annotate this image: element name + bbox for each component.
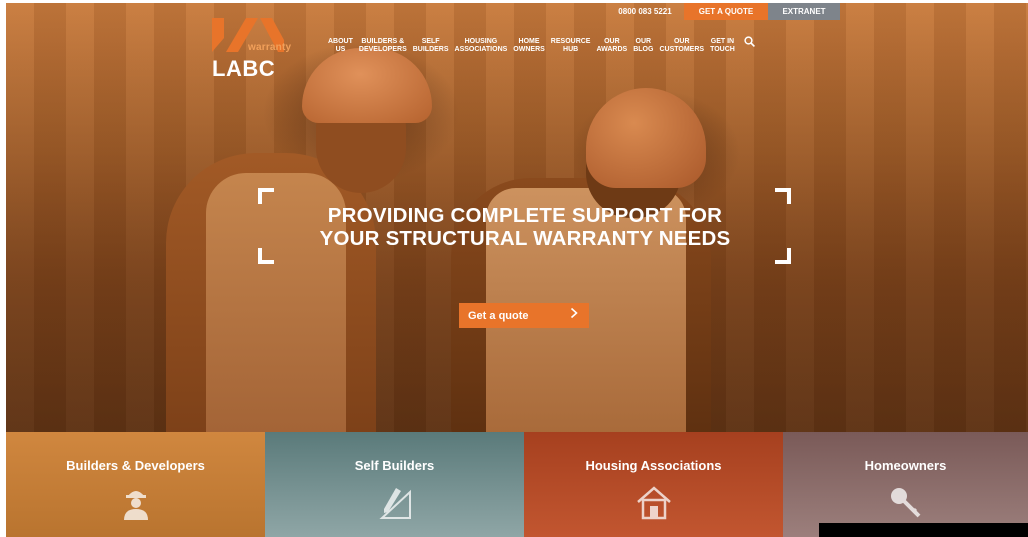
hero-headline: PROVIDING COMPLETE SUPPORT FOR YOUR STRU…	[258, 204, 792, 250]
category-homeowners[interactable]: Homeowners	[783, 432, 1028, 537]
nav-self-builders[interactable]: SELF BUILDERS	[410, 38, 452, 54]
phone-number[interactable]: 0800 083 5221	[606, 7, 684, 16]
nav-about-us[interactable]: ABOUT US	[325, 38, 356, 54]
bracket-corner	[258, 248, 274, 264]
category-label: Homeowners	[864, 458, 947, 473]
cta-label: Get a quote	[468, 309, 529, 322]
logo-wordmark: LABC	[212, 56, 276, 81]
labc-warranty-logo[interactable]: warranty LABC	[212, 18, 292, 81]
construction-worker-icon	[123, 491, 148, 520]
category-label: Housing Associations	[585, 458, 722, 473]
nav-our-awards[interactable]: OUR AWARDS	[593, 38, 630, 54]
black-overlay-bar	[819, 523, 1028, 537]
get-a-quote-cta[interactable]: Get a quote	[459, 303, 589, 328]
get-a-quote-button[interactable]: GET A QUOTE	[684, 3, 768, 20]
bracket-corner	[258, 188, 274, 204]
key-icon	[890, 488, 920, 518]
nav-builders-developers[interactable]: BUILDERS & DEVELOPERS	[356, 38, 410, 54]
logo-subtitle: warranty	[248, 42, 292, 53]
headline-line-1: PROVIDING COMPLETE SUPPORT FOR	[327, 204, 723, 227]
category-label: Builders & Developers	[66, 458, 205, 473]
chevron-right-icon	[570, 307, 578, 322]
nav-get-in-touch[interactable]: GET IN TOUCH	[707, 38, 738, 54]
bracket-corner	[775, 248, 791, 264]
category-builders-developers[interactable]: Builders & Developers	[6, 432, 265, 537]
extranet-button[interactable]: EXTRANET	[768, 3, 840, 20]
house-icon	[636, 486, 671, 520]
bracket-corner	[775, 188, 791, 204]
category-label: Self Builders	[354, 458, 435, 473]
hard-hat	[586, 88, 706, 188]
nav-home-owners[interactable]: HOME OWNERS	[510, 38, 548, 54]
nav-housing-associations[interactable]: HOUSING ASSOCIATIONS	[452, 38, 511, 54]
top-bar: 0800 083 5221 GET A QUOTE EXTRANET	[606, 3, 840, 20]
main-nav: ABOUT US BUILDERS & DEVELOPERS SELF BUIL…	[325, 36, 755, 54]
category-self-builders[interactable]: Self Builders	[265, 432, 524, 537]
headline-line-2: YOUR STRUCTURAL WARRANTY NEEDS	[319, 227, 731, 250]
category-tiles: Builders & Developers Self Builders Hous…	[6, 432, 1028, 537]
nav-resource-hub[interactable]: RESOURCE HUB	[548, 38, 594, 54]
hard-hat	[302, 48, 432, 123]
nav-our-customers[interactable]: OUR CUSTOMERS	[656, 38, 707, 54]
pencil-ruler-icon	[378, 488, 411, 519]
nav-our-blog[interactable]: OUR BLOG	[630, 38, 656, 54]
category-housing-associations[interactable]: Housing Associations	[524, 432, 783, 537]
search-icon[interactable]	[744, 36, 755, 50]
